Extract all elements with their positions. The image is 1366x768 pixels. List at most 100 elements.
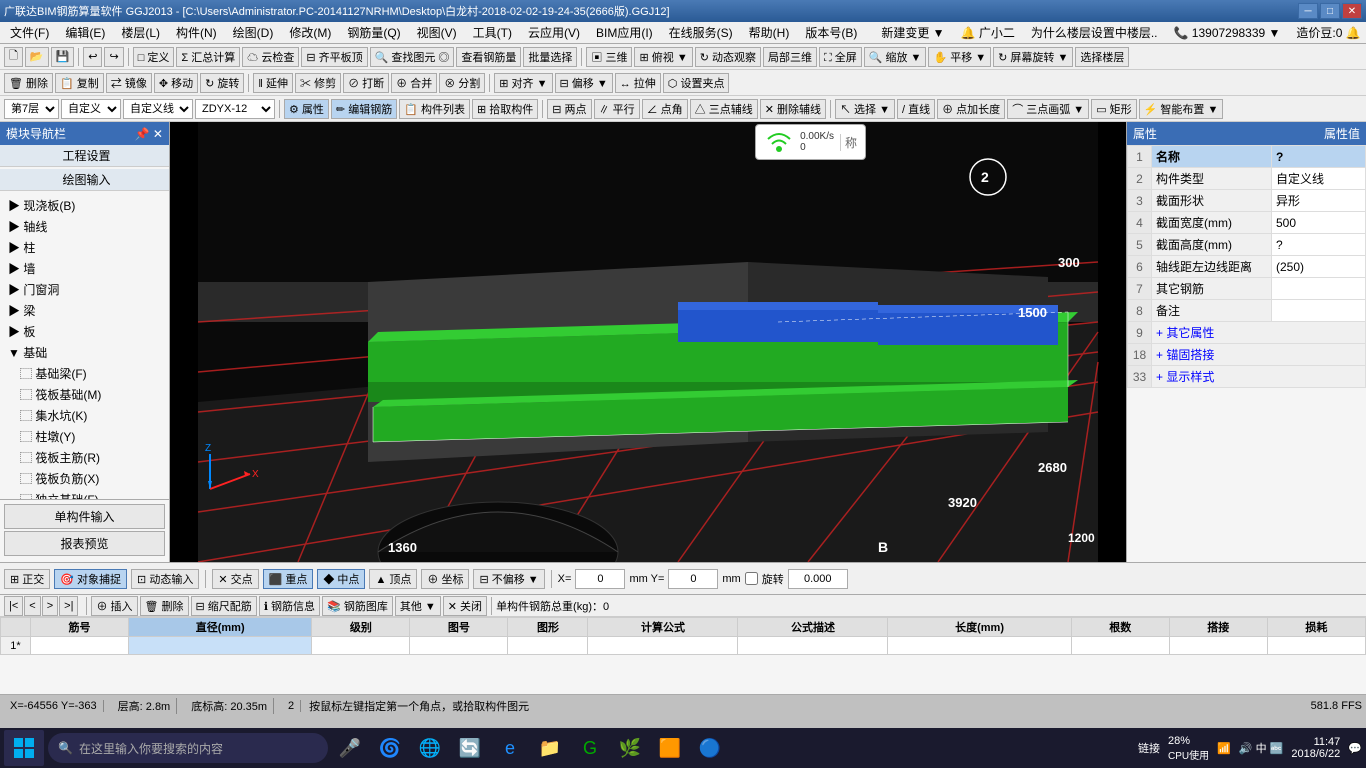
btn-align[interactable]: ⊞ 对齐 ▼ <box>494 73 552 93</box>
menu-cloud[interactable]: 云应用(V) <box>522 22 586 43</box>
taskbar-icon-4[interactable]: 📁 <box>532 730 568 766</box>
btn-component-list[interactable]: 📋 构件列表 <box>399 99 470 119</box>
taskbar-icon-edge[interactable]: 🌐 <box>412 730 448 766</box>
btn-trim[interactable]: ✂ 修剪 <box>295 73 341 93</box>
sidebar-item-raft[interactable]: ⬚ 筏板基础(M) <box>0 384 169 405</box>
btn-rebar-other[interactable]: 其他 ▼ <box>395 596 441 616</box>
cell-lap[interactable] <box>1169 637 1267 655</box>
btn-line[interactable]: / 直线 <box>897 99 935 119</box>
prop-expand-18[interactable]: + 锚固搭接 <box>1152 344 1366 366</box>
btn-rebar-prev[interactable]: < <box>24 596 40 616</box>
btn-rebar-insert[interactable]: ⊕ 插入 <box>91 596 137 616</box>
btn-calc[interactable]: Σ 汇总计算 <box>176 47 240 67</box>
sidebar-item-sump[interactable]: ⬚ 集水坑(K) <box>0 405 169 426</box>
taskbar-icon-5[interactable]: G <box>572 730 608 766</box>
btn-offset[interactable]: ⊟ 偏移 ▼ <box>555 73 613 93</box>
cell-fig-num[interactable] <box>410 637 508 655</box>
menu-edit[interactable]: 编辑(E) <box>59 22 111 43</box>
y-input[interactable] <box>668 569 718 589</box>
cell-desc[interactable] <box>738 637 888 655</box>
btn-open[interactable]: 📂 <box>25 47 49 67</box>
props-row-18[interactable]: 18 + 锚固搭接 <box>1128 344 1366 366</box>
btn-view-rebar[interactable]: 查看钢筋量 <box>456 47 521 67</box>
btn-save[interactable]: 💾 <box>51 47 75 67</box>
btn-break[interactable]: ⊘ 打断 <box>343 73 389 93</box>
prop-val-3[interactable]: 异形 <box>1272 190 1366 212</box>
sidebar-item-axis[interactable]: ▶ 轴线 <box>0 216 169 237</box>
prop-val-7[interactable] <box>1272 278 1366 300</box>
taskbar-search[interactable]: 🔍 在这里输入你要搜索的内容 <box>48 733 328 763</box>
cell-length[interactable] <box>888 637 1071 655</box>
sidebar-item-column[interactable]: ▶ 柱 <box>0 237 169 258</box>
btn-copy[interactable]: 📋 复制 <box>55 73 104 93</box>
snap-vertex[interactable]: ▲ 顶点 <box>369 569 417 589</box>
menu-new-change[interactable]: 新建变更 ▼ <box>875 22 950 43</box>
snap-object[interactable]: 🎯 对象捕捉 <box>54 569 127 589</box>
props-row-9[interactable]: 9 + 其它属性 <box>1128 322 1366 344</box>
layer-type-select[interactable]: 自定义 <box>61 99 121 119</box>
menu-points[interactable]: 造价豆:0 🔔 <box>1290 22 1366 43</box>
menu-online[interactable]: 在线服务(S) <box>663 22 739 43</box>
menu-file[interactable]: 文件(F) <box>4 22 55 43</box>
btn-define[interactable]: □ 定义 <box>133 47 175 67</box>
cell-loss[interactable] <box>1267 637 1365 655</box>
sidebar-item-beam[interactable]: ▶ 梁 <box>0 300 169 321</box>
btn-delete[interactable]: 🗑 删除 <box>4 73 53 93</box>
menu-help[interactable]: 帮助(H) <box>743 22 796 43</box>
sidebar-item-floor[interactable]: ▶ 板 <box>0 321 169 342</box>
btn-point-length[interactable]: ⊕ 点加长度 <box>937 99 1005 119</box>
line-type-select[interactable]: 自定义线 <box>123 99 193 119</box>
btn-property[interactable]: ⚙ 属性 <box>284 99 329 119</box>
taskbar-icon-7[interactable]: 🟧 <box>652 730 688 766</box>
btn-pan[interactable]: ✋ 平移 ▼ <box>928 47 991 67</box>
btn-parallel[interactable]: ∥ 平行 <box>594 99 640 119</box>
btn-three-point-aux[interactable]: △ 三点辅线 <box>690 99 758 119</box>
taskbar-icon-6[interactable]: 🌿 <box>612 730 648 766</box>
sidebar-item-foundation[interactable]: ▼ 基础 <box>0 342 169 363</box>
btn-3d[interactable]: ▣ 三维 <box>586 47 632 67</box>
btn-undo[interactable]: ↩ <box>83 47 102 67</box>
prop-val-1[interactable]: ? <box>1272 146 1366 168</box>
cell-grade[interactable] <box>312 637 410 655</box>
btn-orbit[interactable]: ↻ 动态观察 <box>695 47 761 67</box>
btn-rebar-lib[interactable]: 📚 钢筋图库 <box>322 596 393 616</box>
btn-rect[interactable]: ▭ 矩形 <box>1091 99 1136 119</box>
btn-extend[interactable]: ‖ 延伸 <box>253 73 293 93</box>
btn-find[interactable]: 🔍 查找图元 ◎ <box>370 47 455 67</box>
snap-midpoint[interactable]: ◆ 中点 <box>317 569 365 589</box>
taskbar-icon-8[interactable]: 🔵 <box>692 730 728 766</box>
btn-rebar-info[interactable]: ℹ 钢筋信息 <box>259 596 320 616</box>
btn-rebar-delete[interactable]: 🗑 删除 <box>140 596 189 616</box>
sidebar-item-foundation-beam[interactable]: ⬚ 基础梁(F) <box>0 363 169 384</box>
menu-question[interactable]: 为什么楼层设置中楼层.. <box>1025 22 1164 43</box>
rotate-check[interactable] <box>745 572 758 585</box>
sidebar-item-isolated[interactable]: ⬚ 独立基础(F) <box>0 489 169 499</box>
taskbar-icon-2[interactable]: 🌀 <box>372 730 408 766</box>
prop-val-2[interactable]: 自定义线 <box>1272 168 1366 190</box>
btn-zoom[interactable]: 🔍 缩放 ▼ <box>864 47 927 67</box>
prop-expand-33[interactable]: + 显示样式 <box>1152 366 1366 388</box>
btn-rotate-screen[interactable]: ↻ 屏幕旋转 ▼ <box>993 47 1073 67</box>
cell-dia[interactable] <box>129 637 312 655</box>
btn-merge[interactable]: ⊕ 合并 <box>391 73 437 93</box>
sidebar-item-opening[interactable]: ▶ 门窗洞 <box>0 279 169 300</box>
btn-rebar-close[interactable]: ✕ 关闭 <box>443 596 487 616</box>
taskbar-icon-3[interactable]: 🔄 <box>452 730 488 766</box>
btn-move[interactable]: ✥ 移动 <box>154 73 198 93</box>
btn-rebar-first[interactable]: |< <box>4 596 23 616</box>
btn-rebar-next[interactable]: > <box>42 596 58 616</box>
props-row-33[interactable]: 33 + 显示样式 <box>1128 366 1366 388</box>
sidebar-controls[interactable]: 📌 ✕ <box>135 127 163 141</box>
prop-val-8[interactable] <box>1272 300 1366 322</box>
btn-flat-top[interactable]: ⊟ 齐平板顶 <box>301 47 367 67</box>
sidebar-item-column-cap[interactable]: ⬚ 柱墩(Y) <box>0 426 169 447</box>
sidebar-item-wall[interactable]: ▶ 墙 <box>0 258 169 279</box>
btn-angle[interactable]: ∠ 点角 <box>642 99 688 119</box>
btn-local-3d[interactable]: 局部三维 <box>763 47 817 67</box>
btn-report-preview[interactable]: 报表预览 <box>4 531 165 556</box>
menu-modify[interactable]: 修改(M) <box>283 22 337 43</box>
prop-val-5[interactable]: ? <box>1272 234 1366 256</box>
snap-intersection[interactable]: ✕ 交点 <box>212 569 258 589</box>
snap-endpoint[interactable]: ⬛ 重点 <box>263 569 314 589</box>
cell-count[interactable] <box>1071 637 1169 655</box>
